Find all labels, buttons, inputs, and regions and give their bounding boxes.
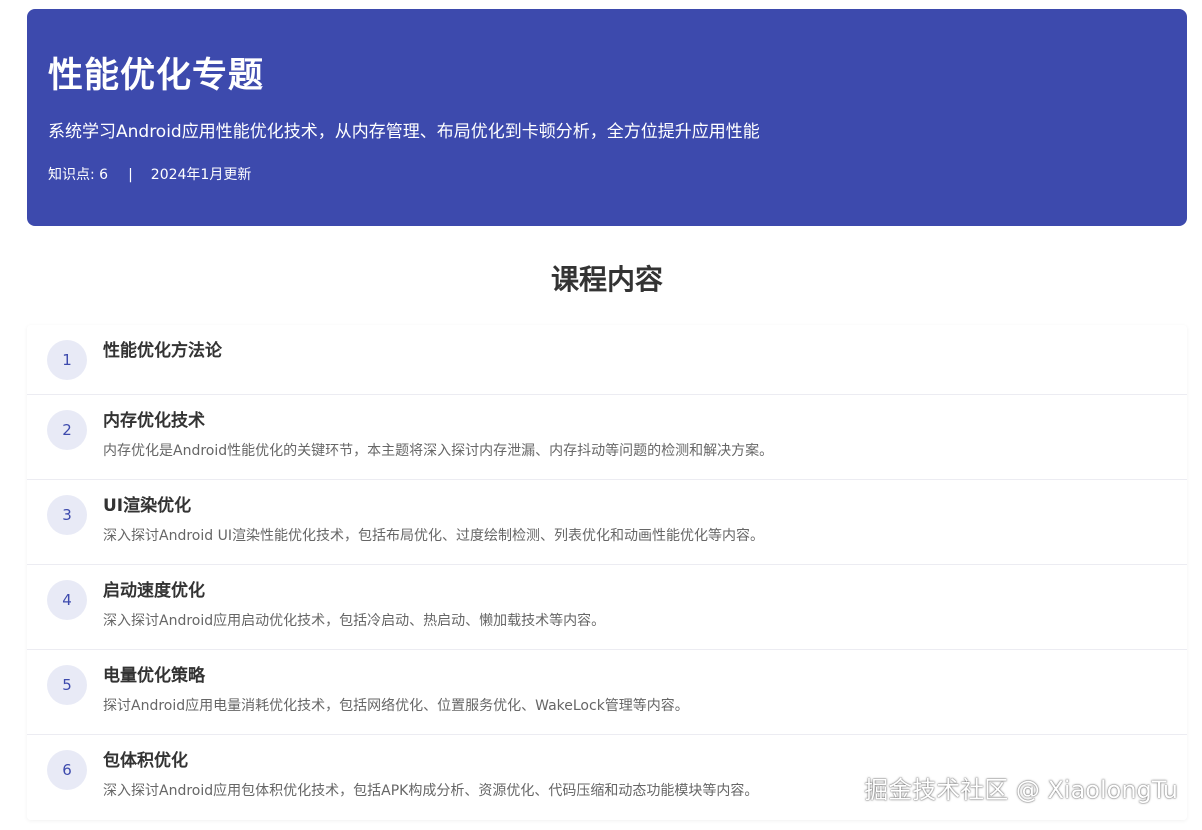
hero-title: 性能优化专题 <box>48 56 265 96</box>
item-number-badge: 2 <box>47 410 87 450</box>
knowledge-points-count: 知识点: 6 <box>48 167 109 183</box>
course-item-2[interactable]: 2 内存优化技术 内存优化是Android性能优化的关键环节，本主题将深入探讨内… <box>27 395 1187 480</box>
course-item-3[interactable]: 3 UI渲染优化 深入探讨Android UI渲染性能优化技术，包括布局优化、过… <box>27 480 1187 565</box>
course-item-5[interactable]: 5 电量优化策略 探讨Android应用电量消耗优化技术，包括网络优化、位置服务… <box>27 650 1187 735</box>
page: 性能优化专题 系统学习Android应用性能优化技术，从内存管理、布局优化到卡顿… <box>0 0 1202 830</box>
item-description: 探讨Android应用电量消耗优化技术，包括网络优化、位置服务优化、WakeLo… <box>103 698 689 714</box>
item-title[interactable]: 性能优化方法论 <box>103 339 222 363</box>
item-description: 深入探讨Android UI渲染性能优化技术，包括布局优化、过度绘制检测、列表优… <box>103 528 764 544</box>
item-title[interactable]: 启动速度优化 <box>103 579 205 603</box>
meta-separator: | <box>128 167 133 183</box>
item-number-badge: 4 <box>47 580 87 620</box>
item-description: 深入探讨Android应用启动优化技术，包括冷启动、热启动、懒加载技术等内容。 <box>103 613 606 629</box>
section-title: 课程内容 <box>550 263 663 296</box>
hero-meta: 知识点: 6 | 2024年1月更新 <box>48 165 1166 185</box>
item-number-badge: 1 <box>47 340 87 380</box>
course-item-1[interactable]: 1 性能优化方法论 <box>27 325 1187 395</box>
item-description: 深入探讨Android应用包体积优化技术，包括APK构成分析、资源优化、代码压缩… <box>103 783 759 799</box>
item-number-badge: 5 <box>47 665 87 705</box>
hero-description: 系统学习Android应用性能优化技术，从内存管理、布局优化到卡顿分析，全方位提… <box>48 122 760 142</box>
item-title[interactable]: UI渲染优化 <box>103 494 191 518</box>
watermark: 掘金技术社区 @ XiaolongTu <box>864 776 1178 804</box>
course-item-4[interactable]: 4 启动速度优化 深入探讨Android应用启动优化技术，包括冷启动、热启动、懒… <box>27 565 1187 650</box>
update-date: 2024年1月更新 <box>150 167 252 183</box>
item-title[interactable]: 包体积优化 <box>103 749 188 773</box>
item-number-badge: 3 <box>47 495 87 535</box>
item-title[interactable]: 内存优化技术 <box>103 409 205 433</box>
item-title[interactable]: 电量优化策略 <box>103 664 205 688</box>
hero-banner: 性能优化专题 系统学习Android应用性能优化技术，从内存管理、布局优化到卡顿… <box>27 9 1187 226</box>
item-number-badge: 6 <box>47 750 87 790</box>
item-description: 内存优化是Android性能优化的关键环节，本主题将深入探讨内存泄漏、内存抖动等… <box>103 443 774 459</box>
course-list: 1 性能优化方法论 2 内存优化技术 内存优化是Android性能优化的关键环节… <box>27 325 1187 820</box>
